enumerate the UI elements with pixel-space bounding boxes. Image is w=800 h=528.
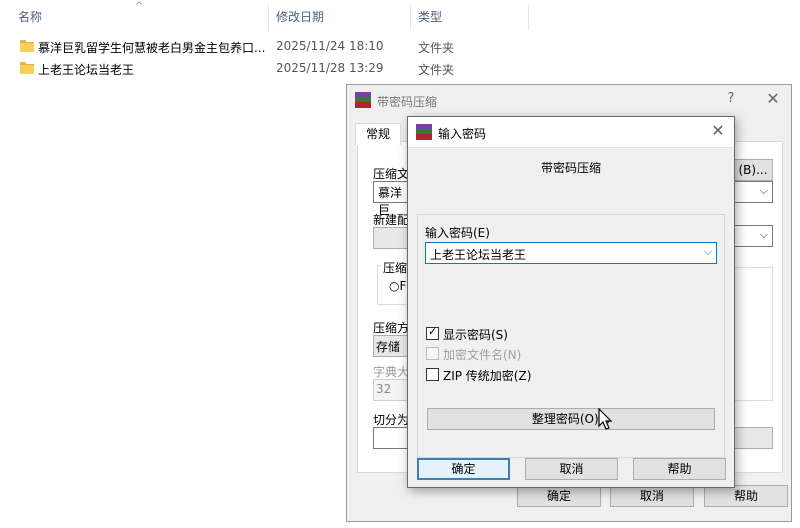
archive-dialog-title: 带密码压缩 (377, 95, 438, 109)
format-radio[interactable]: ○F (389, 279, 406, 293)
options-select[interactable]: ⌵ (733, 225, 773, 247)
checkbox-checked-icon (426, 325, 439, 340)
password-label: 输入密码(E) (425, 226, 490, 240)
organize-passwords-button[interactable]: 整理密码(O)... (427, 408, 715, 430)
password-dialog: 输入密码 ✕ 带密码压缩 输入密码(E) 上老王论坛当老王 ⌵ 显示密码(S) … (407, 116, 735, 488)
checkbox-unchecked-icon (426, 347, 439, 360)
archive-dialog-titlebar[interactable]: 带密码压缩 ? ✕ (347, 85, 791, 115)
show-password-label: 显示密码(S) (443, 328, 508, 342)
help-icon[interactable]: ? (719, 91, 743, 106)
checkbox-unchecked-icon (426, 368, 439, 381)
ok-button[interactable]: 确定 (417, 458, 510, 480)
title-divider (408, 147, 734, 148)
archive-name-label: 压缩文 (373, 167, 410, 181)
method-value: 存储 (376, 340, 401, 354)
file-name: 慕洋巨乳留学生何慧被老白男金主包养口... (38, 41, 266, 55)
chevron-down-icon[interactable]: ⌵ (704, 245, 712, 259)
show-password-checkbox[interactable]: 显示密码(S) (426, 325, 646, 343)
cancel-button[interactable]: 取消 (525, 458, 618, 480)
profile-label: 新建配 (373, 213, 410, 227)
format-radio-label: F (399, 279, 407, 293)
file-name: 上老王论坛当老王 (38, 63, 135, 77)
column-divider[interactable] (528, 4, 529, 30)
close-icon[interactable]: ✕ (706, 121, 730, 140)
password-dialog-titlebar[interactable]: 输入密码 ✕ (408, 117, 734, 147)
column-header-name[interactable]: 名称 (18, 8, 42, 25)
password-input[interactable]: 上老王论坛当老王 ⌵ (425, 242, 717, 264)
winrar-icon (355, 92, 371, 108)
sort-ascending-icon[interactable]: ^ (135, 1, 143, 12)
folder-icon (20, 62, 34, 74)
dictionary-value: 32 (376, 382, 392, 396)
column-header-type[interactable]: 类型 (418, 8, 442, 25)
mouse-cursor-icon (598, 408, 613, 430)
file-type: 文件夹 (418, 63, 455, 77)
column-divider[interactable] (268, 4, 269, 30)
password-dialog-title: 输入密码 (438, 127, 487, 141)
help-button[interactable]: 帮助 (704, 485, 788, 507)
ok-button[interactable]: 确定 (517, 485, 601, 507)
browse-button[interactable]: (B)... (733, 159, 773, 181)
dictionary-label: 字典大 (373, 365, 410, 379)
column-divider[interactable] (410, 4, 411, 30)
folder-icon (20, 40, 34, 52)
column-header-modified[interactable]: 修改日期 (276, 8, 324, 25)
zip-legacy-checkbox[interactable]: ZIP 传统加密(Z) (426, 366, 646, 384)
encrypt-filenames-checkbox[interactable]: 加密文件名(N) (426, 345, 646, 363)
set-password-button[interactable] (733, 427, 773, 449)
cancel-button[interactable]: 取消 (610, 485, 694, 507)
dialog-heading: 带密码压缩 (540, 161, 601, 175)
file-type: 文件夹 (418, 41, 455, 55)
file-modified: 2025/11/24 18:10 (276, 39, 384, 53)
encrypt-filenames-label: 加密文件名(N) (443, 348, 522, 362)
file-row[interactable]: 慕洋巨乳留学生何慧被老白男金主包养口... 2025/11/24 18:10 文… (0, 36, 530, 58)
file-row[interactable]: 上老王论坛当老王 2025/11/28 13:29 文件夹 (0, 58, 530, 80)
split-label: 切分为 (373, 413, 410, 427)
close-icon[interactable]: ✕ (761, 89, 785, 108)
tab-general[interactable]: 常规 (355, 123, 401, 145)
password-value: 上老王论坛当老王 (430, 248, 527, 262)
method-label: 压缩方 (373, 321, 410, 335)
zip-legacy-label: ZIP 传统加密(Z) (443, 369, 532, 383)
options-group (733, 267, 773, 401)
help-button[interactable]: 帮助 (633, 458, 726, 480)
chevron-down-icon: ⌵ (759, 228, 768, 241)
file-modified: 2025/11/28 13:29 (276, 61, 384, 75)
winrar-icon (416, 124, 432, 140)
update-mode-select[interactable]: ⌵ (733, 181, 773, 203)
chevron-down-icon: ⌵ (759, 184, 768, 197)
